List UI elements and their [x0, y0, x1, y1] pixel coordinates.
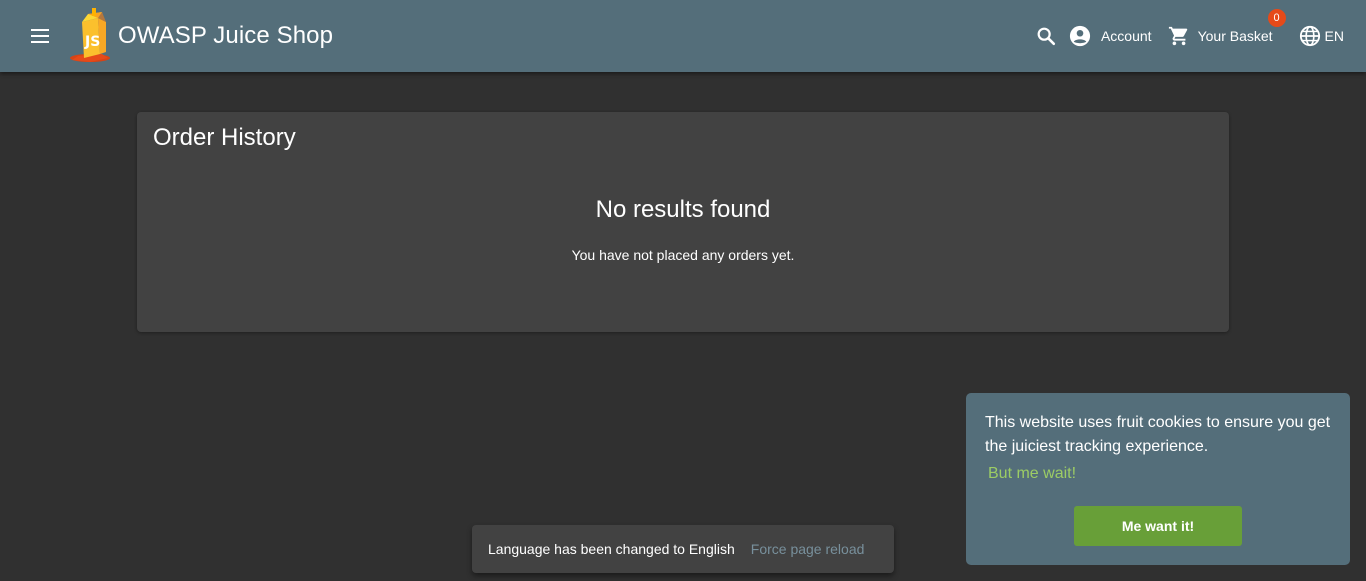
svg-text:JS: JS: [84, 34, 100, 50]
home-link[interactable]: JS OWASP Juice Shop: [68, 8, 333, 64]
basket-button[interactable]: Your Basket 0: [1168, 9, 1286, 47]
basket-label: Your Basket: [1197, 28, 1273, 44]
app-title: OWASP Juice Shop: [118, 22, 334, 49]
menu-icon: [31, 29, 49, 43]
basket-count-badge: 0: [1267, 9, 1286, 27]
language-label: EN: [1324, 28, 1344, 44]
search-icon: [1037, 27, 1056, 46]
account-circle-icon: [1069, 25, 1091, 47]
toolbar-actions: Account Your Basket 0 EN: [1035, 0, 1344, 72]
order-history-card: Order History No results found You have …: [137, 112, 1229, 332]
cookie-message: This website uses fruit cookies to ensur…: [985, 414, 1331, 455]
menu-button[interactable]: [26, 22, 54, 50]
globe-icon: [1299, 25, 1320, 47]
top-toolbar: JS OWASP Juice Shop Account Your Basket …: [0, 0, 1366, 72]
language-button[interactable]: EN: [1299, 25, 1344, 47]
search-button[interactable]: [1035, 25, 1057, 47]
page-title: Order History: [153, 124, 296, 151]
language-snackbar: Language has been changed to English For…: [472, 525, 894, 573]
shopping-cart-icon: [1168, 26, 1187, 46]
cookie-accept-button[interactable]: Me want it!: [1074, 506, 1242, 546]
snackbar-message: Language has been changed to English: [488, 541, 735, 557]
cookie-consent-banner: This website uses fruit cookies to ensur…: [966, 393, 1350, 565]
juice-shop-logo-icon: JS: [70, 8, 110, 62]
force-reload-button[interactable]: Force page reload: [751, 541, 865, 557]
empty-state-message: You have not placed any orders yet.: [571, 247, 795, 263]
cookie-learn-more-link[interactable]: But me wait!: [988, 465, 1076, 483]
account-button[interactable]: Account: [1069, 25, 1152, 47]
empty-state-heading: No results found: [595, 196, 771, 223]
account-label: Account: [1100, 28, 1152, 44]
